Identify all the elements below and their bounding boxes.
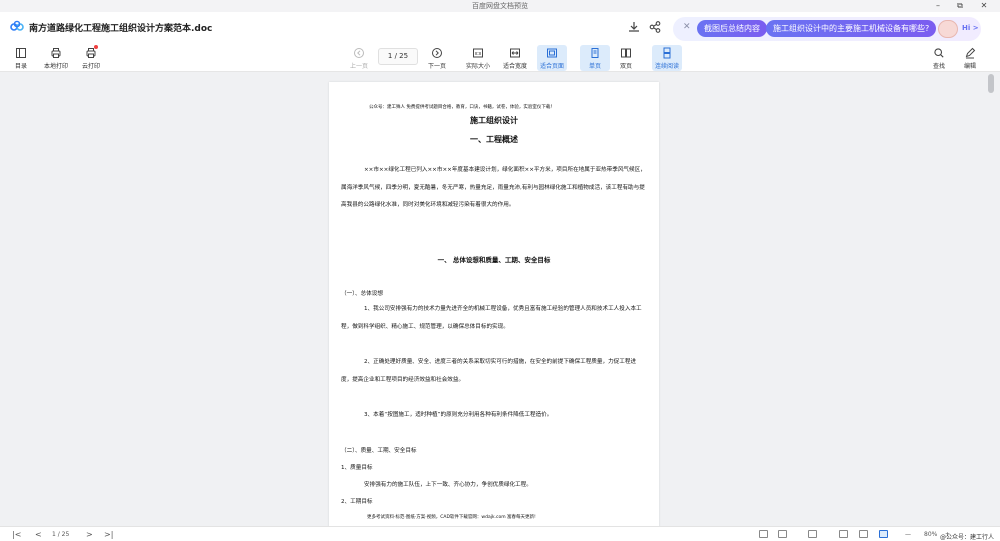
fit-width-icon bbox=[510, 48, 520, 58]
fit-page-icon bbox=[547, 48, 557, 58]
app-title: 百度网盘文档预览 bbox=[472, 2, 528, 10]
overview-paragraph: ××市××绿化工程已列入××市××年度基本建设计划，绿化面积××平方米，项目所在… bbox=[341, 162, 647, 215]
overview-text: ××市××绿化工程已列入××市××年度基本建设计划，绿化面积××平方米，项目所在… bbox=[341, 167, 646, 209]
continuous-reading-icon bbox=[663, 47, 671, 59]
restore-button[interactable]: ⧉ bbox=[951, 0, 969, 12]
single-page-label: 单页 bbox=[588, 63, 601, 70]
arrow-right-circle-icon bbox=[432, 48, 442, 58]
first-page-button[interactable]: |< bbox=[12, 529, 21, 540]
fit-width-label: 适合宽度 bbox=[502, 63, 527, 70]
double-page-button[interactable]: 双页 bbox=[611, 45, 641, 71]
catalog-button[interactable]: 目录 bbox=[6, 45, 36, 71]
fit-page-view-icon[interactable] bbox=[879, 530, 888, 538]
catalog-icon bbox=[16, 48, 26, 58]
ai-greeting[interactable]: Hi > bbox=[962, 24, 979, 32]
quality-target-heading: 1、质量目标 bbox=[341, 465, 373, 471]
local-print-label: 本地打印 bbox=[43, 63, 68, 70]
next-page-label: 下一页 bbox=[427, 63, 446, 70]
scrollbar-thumb[interactable] bbox=[988, 74, 994, 93]
pencil-icon bbox=[965, 47, 976, 59]
notification-dot bbox=[94, 45, 98, 49]
edit-button[interactable]: 编辑 bbox=[955, 45, 985, 71]
catalog-label: 目录 bbox=[14, 63, 27, 70]
quality-target-text: 安排强有力的施工队伍，上下一致、齐心协力，争创优质绿化工程。 bbox=[364, 482, 532, 488]
find-label: 查找 bbox=[932, 63, 945, 70]
subsection-targets: （二）、质量、工期、安全目标 bbox=[341, 448, 417, 454]
single-page-view-icon[interactable] bbox=[759, 530, 768, 538]
page-notice: 公众号：建工殊人 免费提供考试题目合格，教育，口诀，书籍，试卷，体验，实验室仪下… bbox=[369, 105, 555, 110]
paragraph-1-text: 1、我公司安排强有力的技术力量先进齐全的机械工程设备，优秀且富有施工经验的管理人… bbox=[341, 306, 642, 330]
double-page-view-icon[interactable] bbox=[778, 530, 787, 538]
paragraph-2-text: 2、正确处理好质量、安全、进度三者的关系采取切实可行的措施，在安全的前提下确保工… bbox=[341, 359, 637, 383]
page-footnote: 更多考试资料·标范·图纸·方案·视频，CAD软件下载官网：wdajk.com 富… bbox=[367, 515, 536, 520]
local-print-button[interactable]: 本地打印 bbox=[41, 45, 71, 71]
ai-suggestion-chip-question[interactable]: 施工组织设计中的主要施工机械设备有哪些? bbox=[766, 20, 937, 37]
status-bar bbox=[0, 526, 1000, 541]
fit-width-button[interactable]: 适合宽度 bbox=[500, 45, 530, 71]
prev-page-label: 上一页 bbox=[349, 63, 368, 70]
paragraph-3: 3、本着“按图施工，适时种植”的原则充分利用各种有利条件降低工程造价。 bbox=[341, 407, 647, 425]
zoom-level: 80% bbox=[924, 531, 938, 538]
actual-size-label: 实际大小 bbox=[465, 63, 490, 70]
single-page-icon bbox=[591, 48, 599, 58]
next-page-small-button[interactable]: > bbox=[86, 529, 93, 540]
actual-size-button[interactable]: 实际大小 bbox=[463, 45, 493, 71]
edit-label: 编辑 bbox=[963, 63, 976, 70]
baidu-netdisk-logo-icon bbox=[10, 20, 24, 31]
paragraph-2: 2、正确处理好质量、安全、进度三者的关系采取切实可行的措施，在安全的前提下确保工… bbox=[341, 354, 647, 389]
paragraph-3-text: 3、本着“按图施工，适时种植”的原则充分利用各种有利条件降低工程造价。 bbox=[364, 412, 553, 418]
next-page-button[interactable]: 下一页 bbox=[422, 45, 452, 71]
prev-page-button[interactable]: 上一页 bbox=[344, 45, 374, 71]
title-bar: 百度网盘文档预览 – ⧉ ✕ bbox=[0, 0, 1000, 12]
continuous-reading-button[interactable]: 连续阅读 bbox=[652, 45, 682, 71]
section-heading-goals: 一、 总体设想和质量、工期、安全目标 bbox=[437, 256, 551, 264]
paragraph-1: 1、我公司安排强有力的技术力量先进齐全的机械工程设备，优秀且富有施工经验的管理人… bbox=[341, 301, 647, 336]
double-page-icon bbox=[621, 48, 631, 58]
document-page: 公众号：建工殊人 免费提供考试题目合格，教育，口诀，书籍，试卷，体验，实验室仪下… bbox=[329, 82, 659, 528]
single-page-button[interactable]: 单页 bbox=[580, 45, 610, 71]
arrow-left-circle-icon bbox=[354, 48, 364, 58]
search-icon bbox=[934, 48, 944, 58]
section-heading-overview: 一、工程概述 bbox=[470, 135, 518, 144]
last-page-button[interactable]: >| bbox=[104, 529, 113, 540]
continuous-reading-label: 连续阅读 bbox=[654, 63, 679, 70]
schedule-target-heading: 2、工期目标 bbox=[341, 499, 373, 505]
page-number-input[interactable]: 1 / 25 bbox=[378, 48, 418, 65]
continuous-view-icon[interactable] bbox=[808, 530, 817, 538]
document-header: 南方道路绿化工程施工组织设计方案范本.doc ✕ 截图后总结内容 施工组织设计中… bbox=[0, 12, 1000, 42]
fit-page-button[interactable]: 适合页面 bbox=[537, 45, 567, 71]
zoom-out-button[interactable]: — bbox=[905, 531, 911, 538]
double-page-label: 双页 bbox=[619, 63, 632, 70]
vertical-scrollbar[interactable] bbox=[989, 72, 996, 526]
watermark-text: @公众号：建工行人 bbox=[940, 534, 995, 541]
close-window-button[interactable]: ✕ bbox=[975, 0, 993, 12]
fit-width-view-icon[interactable] bbox=[859, 530, 868, 538]
actual-size-view-icon[interactable] bbox=[839, 530, 848, 538]
prev-page-small-button[interactable]: < bbox=[35, 529, 42, 540]
page-status: 1 / 25 bbox=[52, 531, 70, 538]
share-icon[interactable] bbox=[648, 20, 662, 34]
cloud-print-label: 云打印 bbox=[81, 63, 100, 70]
actual-size-icon bbox=[473, 48, 483, 58]
fit-page-label: 适合页面 bbox=[539, 63, 564, 70]
minimize-button[interactable]: – bbox=[929, 0, 947, 12]
download-icon[interactable] bbox=[627, 20, 641, 34]
page-title: 施工组织设计 bbox=[470, 116, 518, 125]
ai-suggestion-chip-summary[interactable]: 截图后总结内容 bbox=[697, 20, 767, 37]
subsection-general-idea: （一）、总体设想 bbox=[341, 291, 383, 297]
close-icon[interactable]: ✕ bbox=[683, 21, 691, 33]
ai-assistant-avatar[interactable] bbox=[938, 20, 958, 38]
document-title: 南方道路绿化工程施工组织设计方案范本.doc bbox=[29, 24, 213, 34]
find-button[interactable]: 查找 bbox=[924, 45, 954, 71]
cloud-print-button[interactable]: 云打印 bbox=[76, 45, 106, 71]
printer-icon bbox=[51, 48, 61, 58]
